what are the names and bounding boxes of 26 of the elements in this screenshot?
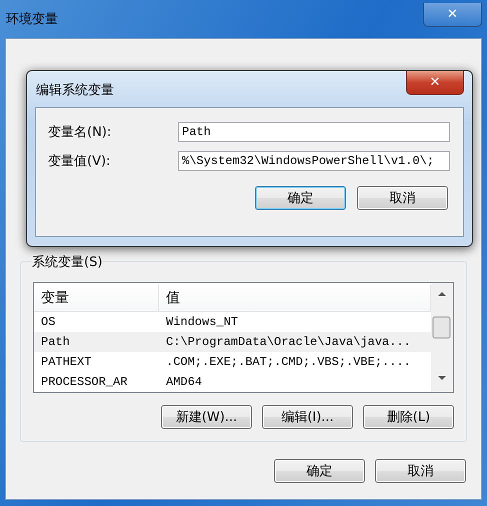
dialog-button[interactable]: 取消 xyxy=(357,186,448,210)
list-row[interactable]: Path C:\ProgramData\Oracle\Java\java... xyxy=(34,332,431,352)
dialog-button[interactable]: 确定 xyxy=(274,459,365,483)
table-cell-text: Path xyxy=(40,335,71,349)
table-cell-text: PATHEXT xyxy=(40,355,92,369)
table-cell-text: AMD64 xyxy=(165,375,204,389)
table-cell-text: .COM;.EXE;.BAT;.CMD;.VBS;.VBE;.... xyxy=(165,355,412,369)
list-action-button[interactable]: 删除(L) xyxy=(363,405,454,429)
close-button[interactable]: ✕ xyxy=(406,71,464,95)
dialog-button[interactable]: 取消 xyxy=(375,459,466,483)
field-label: 变量名(N): xyxy=(48,124,112,141)
window-title: 环境变量 xyxy=(5,11,58,28)
scrollbar[interactable] xyxy=(431,283,453,392)
field-label: 变量值(V): xyxy=(48,153,112,170)
table-cell-text: OS xyxy=(40,315,56,329)
input-field[interactable]: %\System32\WindowsPowerShell\v1.0\; xyxy=(178,151,450,171)
list-action-button[interactable]: 新建(W)... xyxy=(161,405,252,429)
input-field[interactable]: Path xyxy=(178,122,450,142)
list-action-button[interactable]: 编辑(I)... xyxy=(262,405,353,429)
table-cell-text: C:\ProgramData\Oracle\Java\java... xyxy=(165,335,412,349)
dialog-button[interactable]: 确定 xyxy=(255,186,346,210)
group-label: 系统变量(S) xyxy=(31,253,104,271)
table-cell-text: PROCESSOR_AR xyxy=(40,375,128,389)
table-cell-text: Windows_NT xyxy=(165,315,240,329)
dialog-title: 编辑系统变量 xyxy=(35,82,114,100)
column-header[interactable]: 变量 xyxy=(34,285,159,311)
